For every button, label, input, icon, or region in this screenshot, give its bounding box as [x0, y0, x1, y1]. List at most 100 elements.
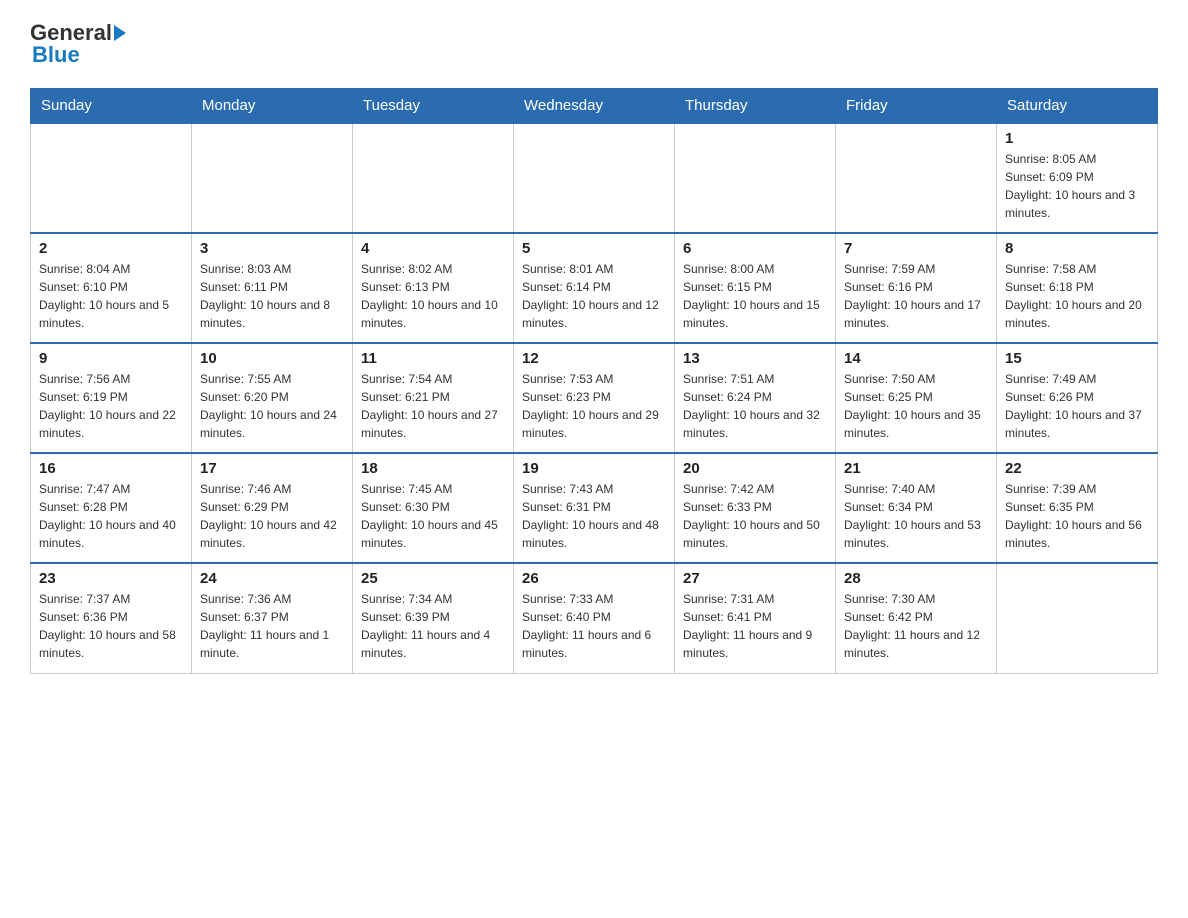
- calendar-day-cell: [353, 123, 514, 233]
- calendar-day-cell: [675, 123, 836, 233]
- day-number: 11: [361, 350, 505, 367]
- days-of-week-row: SundayMondayTuesdayWednesdayThursdayFrid…: [31, 89, 1158, 124]
- day-number: 18: [361, 460, 505, 477]
- day-info: Sunrise: 7:49 AMSunset: 6:26 PMDaylight:…: [1005, 370, 1149, 442]
- day-of-week-header: Monday: [192, 89, 353, 124]
- day-info: Sunrise: 7:31 AMSunset: 6:41 PMDaylight:…: [683, 590, 827, 662]
- calendar-day-cell: 2 Sunrise: 8:04 AMSunset: 6:10 PMDaylight…: [31, 233, 192, 343]
- day-info: Sunrise: 8:02 AMSunset: 6:13 PMDaylight:…: [361, 260, 505, 332]
- calendar-day-cell: 5 Sunrise: 8:01 AMSunset: 6:14 PMDaylight…: [514, 233, 675, 343]
- day-of-week-header: Thursday: [675, 89, 836, 124]
- calendar-day-cell: 27 Sunrise: 7:31 AMSunset: 6:41 PMDayligh…: [675, 563, 836, 673]
- logo-arrow-icon: [114, 25, 126, 41]
- day-number: 14: [844, 350, 988, 367]
- day-number: 1: [1005, 130, 1149, 147]
- day-info: Sunrise: 8:00 AMSunset: 6:15 PMDaylight:…: [683, 260, 827, 332]
- calendar-day-cell: [31, 123, 192, 233]
- day-number: 27: [683, 570, 827, 587]
- calendar-day-cell: 16 Sunrise: 7:47 AMSunset: 6:28 PMDayligh…: [31, 453, 192, 563]
- calendar-week-row: 16 Sunrise: 7:47 AMSunset: 6:28 PMDayligh…: [31, 453, 1158, 563]
- calendar-day-cell: 3Sunrise: 8:03 AMSunset: 6:11 PMDaylight…: [192, 233, 353, 343]
- day-info: Sunrise: 8:04 AMSunset: 6:10 PMDaylight:…: [39, 260, 183, 332]
- calendar-table: SundayMondayTuesdayWednesdayThursdayFrid…: [30, 88, 1158, 674]
- day-info: Sunrise: 7:50 AMSunset: 6:25 PMDaylight:…: [844, 370, 988, 442]
- day-number: 24: [200, 570, 344, 587]
- day-number: 20: [683, 460, 827, 477]
- calendar-day-cell: 21Sunrise: 7:40 AMSunset: 6:34 PMDayligh…: [836, 453, 997, 563]
- calendar-day-cell: 13 Sunrise: 7:51 AMSunset: 6:24 PMDayligh…: [675, 343, 836, 453]
- day-info: Sunrise: 7:39 AMSunset: 6:35 PMDaylight:…: [1005, 480, 1149, 552]
- day-number: 28: [844, 570, 988, 587]
- calendar-day-cell: 25 Sunrise: 7:34 AMSunset: 6:39 PMDayligh…: [353, 563, 514, 673]
- calendar-day-cell: 28 Sunrise: 7:30 AMSunset: 6:42 PMDayligh…: [836, 563, 997, 673]
- day-number: 22: [1005, 460, 1149, 477]
- day-number: 12: [522, 350, 666, 367]
- day-info: Sunrise: 8:03 AMSunset: 6:11 PMDaylight:…: [200, 260, 344, 332]
- day-info: Sunrise: 7:53 AMSunset: 6:23 PMDaylight:…: [522, 370, 666, 442]
- calendar-day-cell: 12 Sunrise: 7:53 AMSunset: 6:23 PMDayligh…: [514, 343, 675, 453]
- calendar-day-cell: [192, 123, 353, 233]
- day-of-week-header: Tuesday: [353, 89, 514, 124]
- day-info: Sunrise: 7:47 AMSunset: 6:28 PMDaylight:…: [39, 480, 183, 552]
- day-info: Sunrise: 7:59 AMSunset: 6:16 PMDaylight:…: [844, 260, 988, 332]
- calendar-body: 1Sunrise: 8:05 AMSunset: 6:09 PMDaylight…: [31, 123, 1158, 673]
- day-of-week-header: Sunday: [31, 89, 192, 124]
- calendar-day-cell: [997, 563, 1158, 673]
- day-number: 10: [200, 350, 344, 367]
- calendar-day-cell: 9Sunrise: 7:56 AMSunset: 6:19 PMDaylight…: [31, 343, 192, 453]
- calendar-day-cell: 19 Sunrise: 7:43 AMSunset: 6:31 PMDayligh…: [514, 453, 675, 563]
- day-number: 26: [522, 570, 666, 587]
- calendar-day-cell: 6 Sunrise: 8:00 AMSunset: 6:15 PMDaylight…: [675, 233, 836, 343]
- day-info: Sunrise: 7:58 AMSunset: 6:18 PMDaylight:…: [1005, 260, 1149, 332]
- calendar-day-cell: 7 Sunrise: 7:59 AMSunset: 6:16 PMDaylight…: [836, 233, 997, 343]
- calendar-day-cell: 24 Sunrise: 7:36 AMSunset: 6:37 PMDayligh…: [192, 563, 353, 673]
- day-number: 8: [1005, 240, 1149, 257]
- day-number: 16: [39, 460, 183, 477]
- day-number: 17: [200, 460, 344, 477]
- day-number: 4: [361, 240, 505, 257]
- day-info: Sunrise: 7:54 AMSunset: 6:21 PMDaylight:…: [361, 370, 505, 442]
- day-number: 6: [683, 240, 827, 257]
- calendar-week-row: 1Sunrise: 8:05 AMSunset: 6:09 PMDaylight…: [31, 123, 1158, 233]
- calendar-day-cell: 11 Sunrise: 7:54 AMSunset: 6:21 PMDayligh…: [353, 343, 514, 453]
- calendar-day-cell: 10 Sunrise: 7:55 AMSunset: 6:20 PMDayligh…: [192, 343, 353, 453]
- day-info: Sunrise: 7:43 AMSunset: 6:31 PMDaylight:…: [522, 480, 666, 552]
- day-info: Sunrise: 7:33 AMSunset: 6:40 PMDaylight:…: [522, 590, 666, 662]
- day-number: 5: [522, 240, 666, 257]
- day-number: 7: [844, 240, 988, 257]
- calendar-day-cell: 14 Sunrise: 7:50 AMSunset: 6:25 PMDayligh…: [836, 343, 997, 453]
- calendar-day-cell: 8 Sunrise: 7:58 AMSunset: 6:18 PMDaylight…: [997, 233, 1158, 343]
- day-info: Sunrise: 7:45 AMSunset: 6:30 PMDaylight:…: [361, 480, 505, 552]
- day-number: 23: [39, 570, 183, 587]
- day-of-week-header: Saturday: [997, 89, 1158, 124]
- calendar-day-cell: 1Sunrise: 8:05 AMSunset: 6:09 PMDaylight…: [997, 123, 1158, 233]
- page-header: General Blue: [30, 20, 1158, 68]
- day-info: Sunrise: 8:01 AMSunset: 6:14 PMDaylight:…: [522, 260, 666, 332]
- calendar-day-cell: 20 Sunrise: 7:42 AMSunset: 6:33 PMDayligh…: [675, 453, 836, 563]
- day-number: 19: [522, 460, 666, 477]
- calendar-header: SundayMondayTuesdayWednesdayThursdayFrid…: [31, 89, 1158, 124]
- calendar-day-cell: 15Sunrise: 7:49 AMSunset: 6:26 PMDayligh…: [997, 343, 1158, 453]
- day-number: 2: [39, 240, 183, 257]
- logo-blue-text: Blue: [32, 42, 80, 67]
- calendar-day-cell: 26 Sunrise: 7:33 AMSunset: 6:40 PMDayligh…: [514, 563, 675, 673]
- day-number: 13: [683, 350, 827, 367]
- calendar-week-row: 9Sunrise: 7:56 AMSunset: 6:19 PMDaylight…: [31, 343, 1158, 453]
- day-info: Sunrise: 7:42 AMSunset: 6:33 PMDaylight:…: [683, 480, 827, 552]
- day-of-week-header: Friday: [836, 89, 997, 124]
- day-number: 25: [361, 570, 505, 587]
- day-info: Sunrise: 7:36 AMSunset: 6:37 PMDaylight:…: [200, 590, 344, 662]
- day-of-week-header: Wednesday: [514, 89, 675, 124]
- logo: General Blue: [30, 20, 129, 68]
- day-info: Sunrise: 7:34 AMSunset: 6:39 PMDaylight:…: [361, 590, 505, 662]
- calendar-day-cell: 18 Sunrise: 7:45 AMSunset: 6:30 PMDayligh…: [353, 453, 514, 563]
- calendar-day-cell: 22 Sunrise: 7:39 AMSunset: 6:35 PMDayligh…: [997, 453, 1158, 563]
- calendar-week-row: 23Sunrise: 7:37 AMSunset: 6:36 PMDayligh…: [31, 563, 1158, 673]
- day-number: 9: [39, 350, 183, 367]
- day-info: Sunrise: 7:51 AMSunset: 6:24 PMDaylight:…: [683, 370, 827, 442]
- calendar-day-cell: [514, 123, 675, 233]
- day-info: Sunrise: 7:30 AMSunset: 6:42 PMDaylight:…: [844, 590, 988, 662]
- day-info: Sunrise: 7:46 AMSunset: 6:29 PMDaylight:…: [200, 480, 344, 552]
- day-number: 21: [844, 460, 988, 477]
- day-info: Sunrise: 7:55 AMSunset: 6:20 PMDaylight:…: [200, 370, 344, 442]
